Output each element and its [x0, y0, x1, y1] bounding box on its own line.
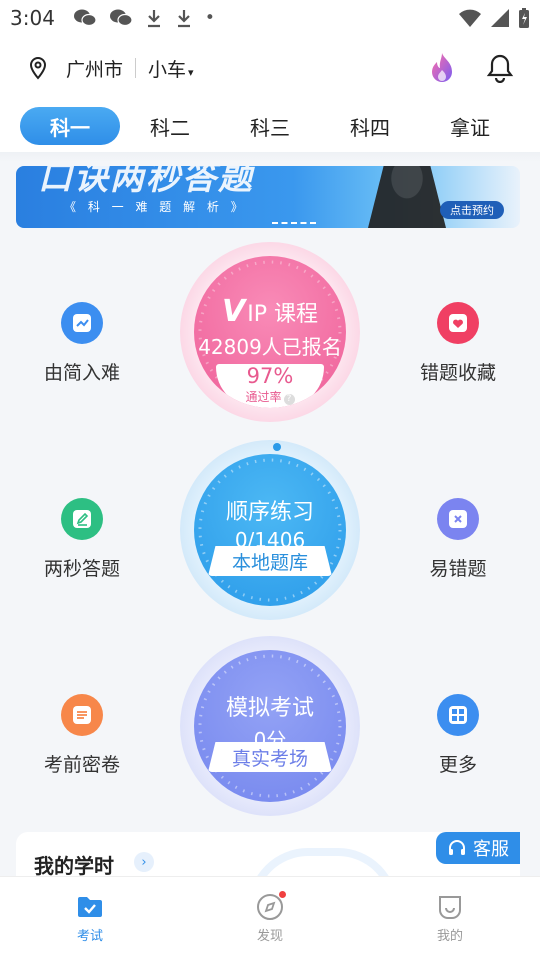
dot-icon: •: [204, 8, 215, 28]
nav-mine-label: 我的: [436, 929, 463, 944]
subject-tabs: 科一 科二 科三 科四 拿证: [0, 100, 540, 152]
status-bar: 3:04 •: [0, 0, 540, 36]
banner-subtitle: 《 科 一 难 题 解 析 》: [64, 200, 247, 214]
vehicle-selector[interactable]: 小车 ▾: [148, 55, 194, 82]
exam-folder-icon: [78, 897, 102, 917]
mock-exam-card[interactable]: 模拟考试 0分 真实考场: [180, 636, 360, 816]
sequential-tick-ring: [198, 458, 342, 602]
wifi-icon: [459, 9, 481, 27]
headset-icon: [449, 840, 465, 855]
tab-subject-2[interactable]: 科二: [120, 107, 220, 145]
header-divider: [135, 58, 137, 78]
heart-card-icon: [437, 302, 479, 344]
status-time: 3:04: [10, 6, 55, 30]
mock-ribbon: 真实考场: [208, 742, 332, 772]
more-label: 更多: [438, 754, 477, 776]
location-pin-icon[interactable]: [26, 56, 50, 80]
my-study-title: 我的学时: [34, 854, 114, 878]
error-prone-label: 易错题: [429, 558, 487, 580]
vip-pass-label: 通过率?: [245, 388, 295, 405]
progress-marker: [273, 443, 281, 451]
banner-dashes: [272, 222, 316, 224]
edit-note-icon: [61, 498, 103, 540]
tabs-shadow: [0, 152, 540, 162]
question-icon: ?: [283, 394, 295, 405]
signal-icon: [491, 9, 509, 27]
pre-exam-entry[interactable]: 考前密卷: [12, 694, 152, 777]
two-second-entry[interactable]: 两秒答题: [12, 498, 152, 581]
easy-to-hard-label: 由简入难: [43, 362, 120, 384]
download-icon: [147, 10, 160, 28]
vip-disc: V IP 课程 42809人已报名 97% 通过率?: [194, 256, 346, 408]
tab-subject-4[interactable]: 科四: [320, 107, 420, 145]
banner-title: 口诀两秒答题: [38, 166, 254, 198]
sequential-disc: 顺序练习 0/1406 本地题库: [194, 454, 346, 606]
vip-course-card[interactable]: V IP 课程 42809人已报名 97% 通过率?: [180, 242, 360, 422]
profile-face-icon: [439, 896, 461, 919]
top-header: 广州市 小车 ▾: [0, 36, 540, 100]
grid-apps-icon: [437, 694, 479, 736]
wechat-icon: [109, 9, 133, 27]
nav-discover-label: 发现: [256, 929, 283, 944]
caret-down-icon: ▾: [188, 65, 194, 79]
customer-service-button[interactable]: 客服: [436, 832, 520, 864]
vehicle-label: 小车: [148, 58, 187, 81]
trend-chart-icon: [61, 302, 103, 344]
banner-book-button[interactable]: 点击预约: [440, 201, 504, 219]
mock-disc: 模拟考试 0分 真实考场: [194, 650, 346, 802]
tab-get-license[interactable]: 拿证: [420, 107, 520, 145]
wrong-collect-entry[interactable]: 错题收藏: [388, 302, 528, 385]
flame-icon[interactable]: [428, 52, 456, 84]
vip-pass-rate: 97%: [246, 364, 294, 388]
wechat-icon: [73, 9, 97, 27]
battery-icon: [519, 8, 529, 28]
nav-discover[interactable]: 发现: [180, 877, 360, 960]
tab-subject-1[interactable]: 科一: [20, 107, 120, 145]
banner-person-image: [368, 166, 446, 228]
download-icon: [177, 10, 190, 28]
chevron-right-icon[interactable]: ›: [134, 852, 154, 872]
tab-subject-3[interactable]: 科三: [220, 107, 320, 145]
sequential-ribbon: 本地题库: [208, 546, 332, 576]
wrong-collect-label: 错题收藏: [419, 362, 496, 384]
more-entry[interactable]: 更多: [388, 694, 528, 777]
error-prone-entry[interactable]: 易错题: [388, 498, 528, 581]
nav-mine[interactable]: 我的: [360, 877, 540, 960]
bottom-nav: 考试 发现 我的: [0, 876, 540, 960]
cross-card-icon: [437, 498, 479, 540]
promo-banner[interactable]: 口诀两秒答题 《 科 一 难 题 解 析 》 点击预约: [16, 166, 520, 228]
nav-exam[interactable]: 考试: [0, 877, 180, 960]
nav-exam-label: 考试: [76, 929, 103, 944]
notification-dot: [279, 891, 286, 898]
bell-icon[interactable]: [486, 53, 514, 83]
pre-exam-label: 考前密卷: [43, 754, 120, 776]
easy-to-hard-entry[interactable]: 由简入难: [12, 302, 152, 385]
sequential-practice-card[interactable]: 顺序练习 0/1406 本地题库: [180, 440, 360, 620]
mock-tick-ring: [198, 654, 342, 798]
two-second-label: 两秒答题: [43, 558, 120, 580]
city-selector[interactable]: 广州市: [66, 55, 123, 82]
document-icon: [61, 694, 103, 736]
customer-service-label: 客服: [473, 839, 509, 860]
